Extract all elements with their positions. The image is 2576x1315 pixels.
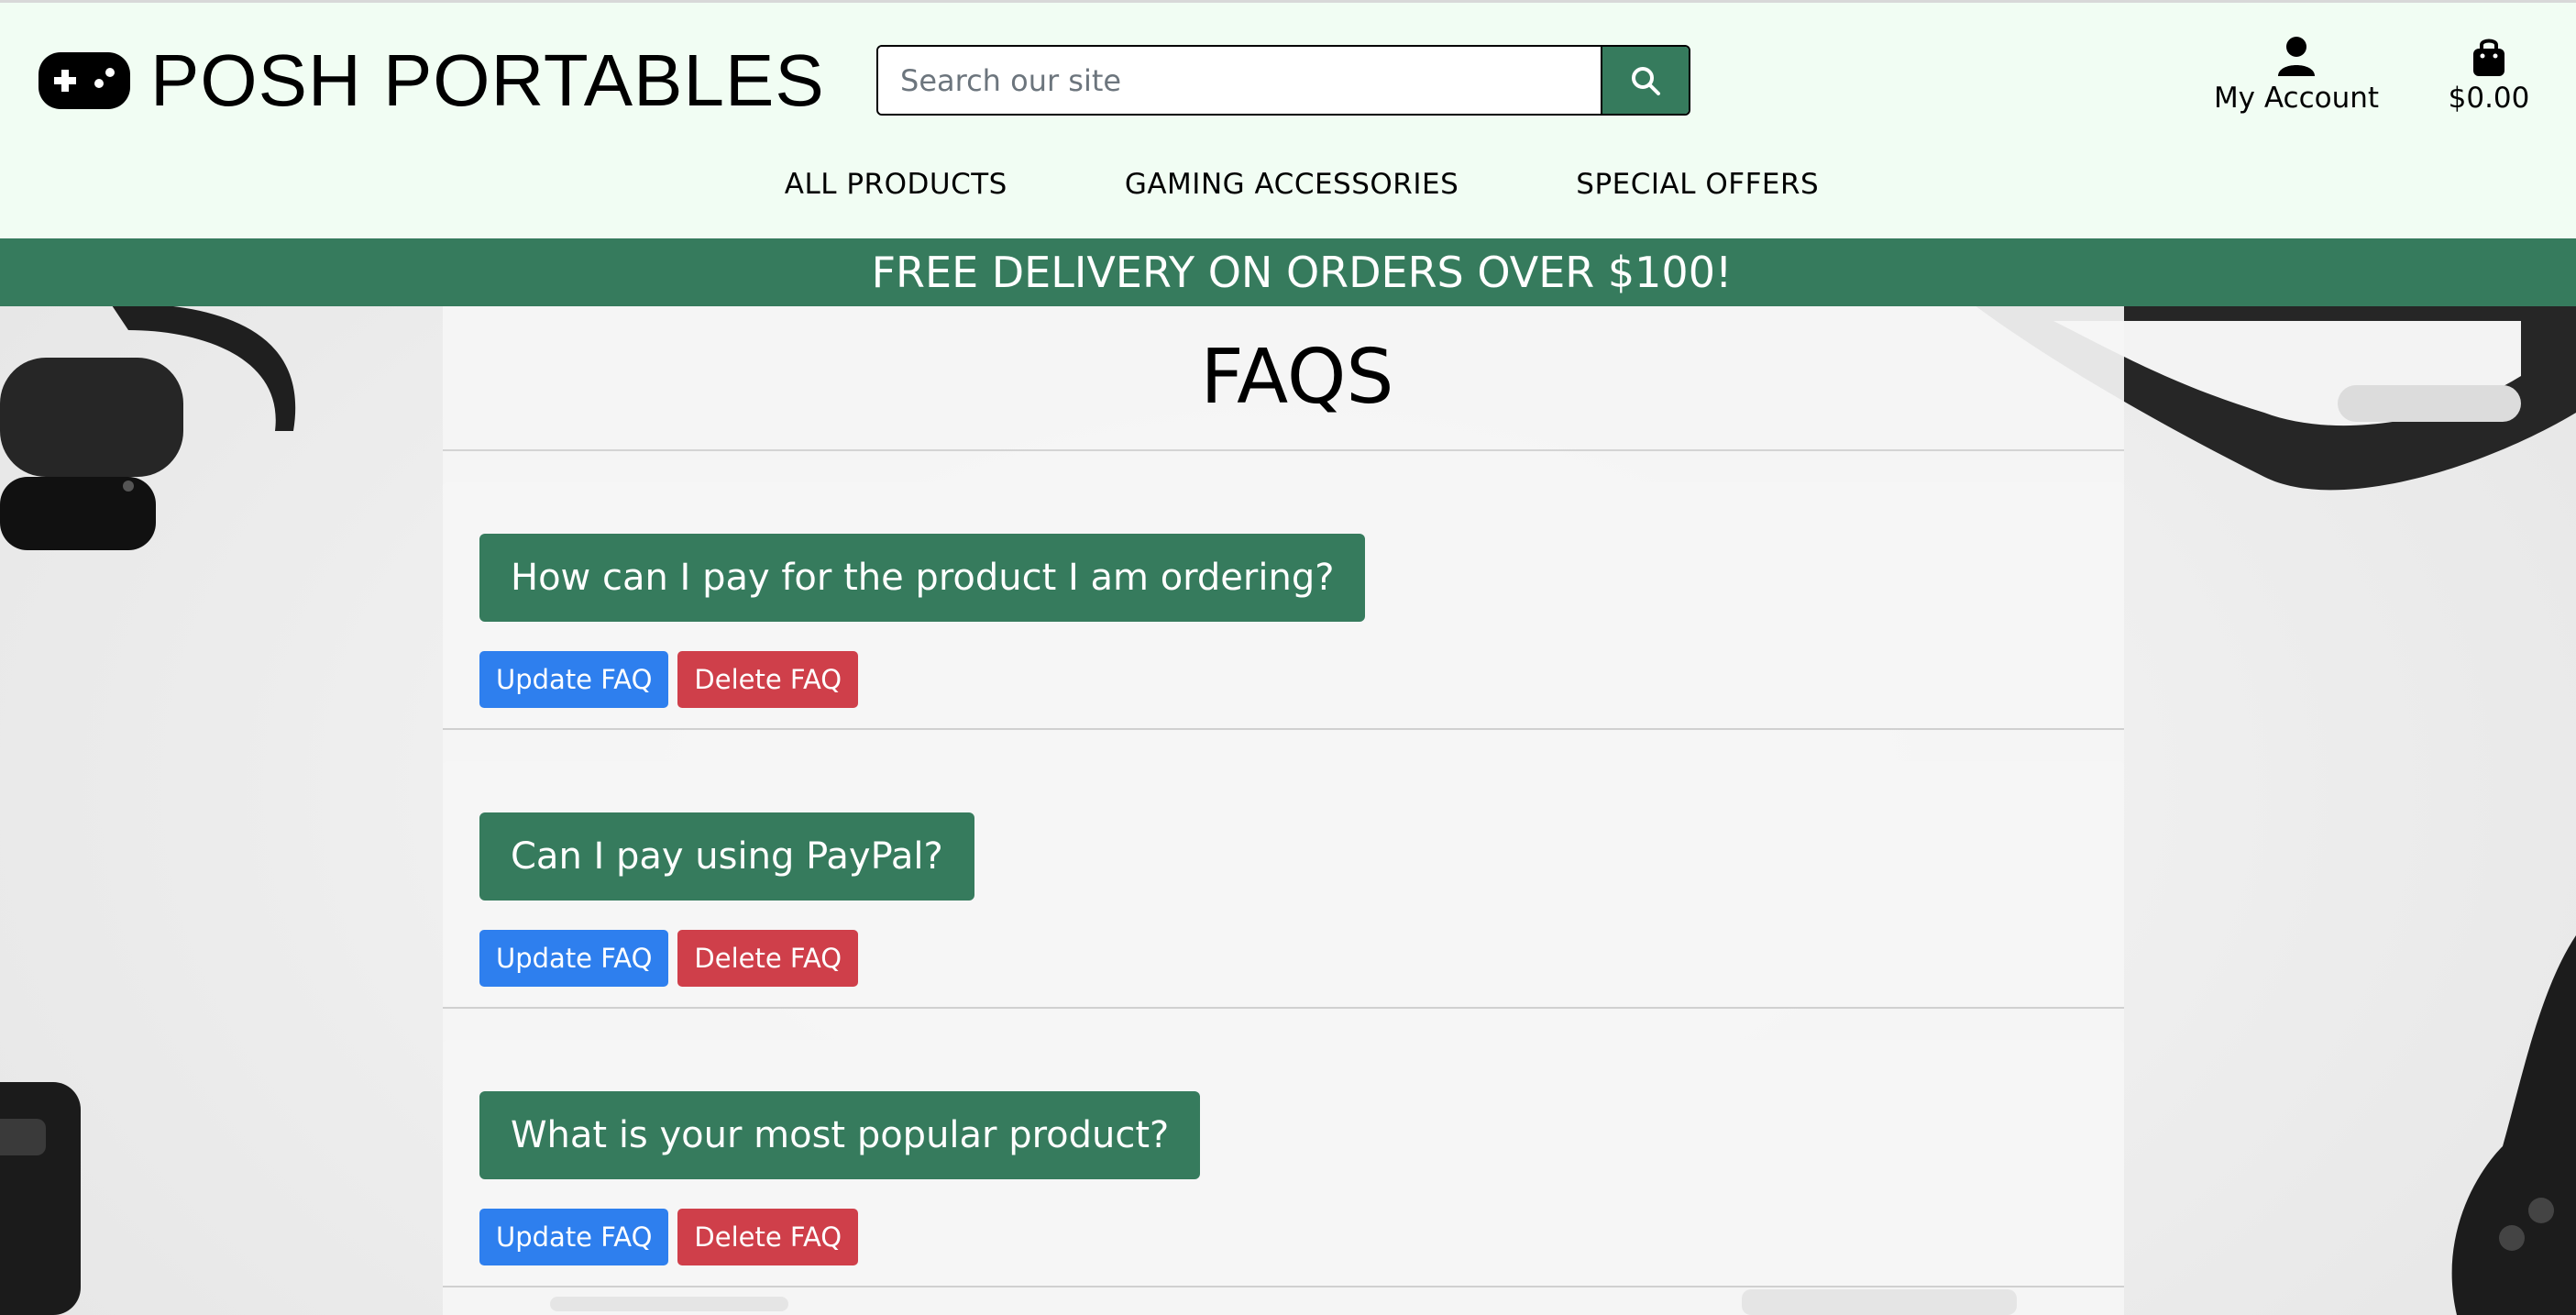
faq-question-button[interactable]: Can I pay using PayPal? (479, 812, 974, 901)
delete-faq-button[interactable]: Delete FAQ (677, 930, 859, 987)
search-button[interactable] (1601, 47, 1689, 114)
cart-link[interactable]: $0.00 (2438, 36, 2539, 115)
brand-name: POSH PORTABLES (150, 39, 825, 121)
cart-total: $0.00 (2448, 82, 2530, 115)
nav-all-products[interactable]: ALL PRODUCTS (785, 168, 1007, 214)
page-title: FAQS (1200, 334, 1394, 421)
faq-question-button[interactable]: What is your most popular product? (479, 1091, 1201, 1179)
delete-faq-button[interactable]: Delete FAQ (677, 651, 859, 708)
page: POSH PORTABLES My Account (0, 0, 2576, 1315)
gamepad-icon (39, 52, 130, 109)
delivery-banner-text: FREE DELIVERY ON ORDERS OVER $100! (871, 248, 1733, 297)
faq-card: What is your most popular product? Updat… (443, 1040, 2124, 1287)
update-faq-button[interactable]: Update FAQ (479, 930, 669, 987)
shopping-bag-icon (2473, 39, 2504, 76)
title-divider (443, 449, 2124, 451)
faq-card: How can I pay for the product I am order… (443, 482, 2124, 730)
my-account-label: My Account (2213, 82, 2380, 115)
search-input[interactable] (878, 47, 1601, 114)
search-icon (1632, 66, 1660, 95)
faq-actions: Update FAQ Delete FAQ (479, 930, 859, 987)
update-faq-button[interactable]: Update FAQ (479, 1209, 669, 1265)
search-form (876, 45, 1690, 116)
update-faq-button[interactable]: Update FAQ (479, 651, 669, 708)
faq-actions: Update FAQ Delete FAQ (479, 651, 859, 708)
site-header: POSH PORTABLES My Account (0, 0, 2576, 238)
delivery-banner: FREE DELIVERY ON ORDERS OVER $100! (0, 238, 2576, 306)
faq-container: FAQS How can I pay for the product I am … (443, 306, 2124, 1315)
my-account-link[interactable]: My Account (2209, 36, 2383, 115)
nav-gaming-accessories[interactable]: GAMING ACCESSORIES (1125, 168, 1459, 214)
nav-special-offers[interactable]: SPECIAL OFFERS (1576, 168, 1819, 214)
main-nav: ALL PRODUCTS GAMING ACCESSORIES SPECIAL … (0, 168, 2576, 214)
faq-question-button[interactable]: How can I pay for the product I am order… (479, 534, 1366, 622)
faq-actions: Update FAQ Delete FAQ (479, 1209, 859, 1265)
faq-card: Can I pay using PayPal? Update FAQ Delet… (443, 761, 2124, 1009)
brand-logo[interactable]: POSH PORTABLES (39, 30, 825, 131)
user-icon (2278, 37, 2315, 76)
delete-faq-button[interactable]: Delete FAQ (677, 1209, 859, 1265)
